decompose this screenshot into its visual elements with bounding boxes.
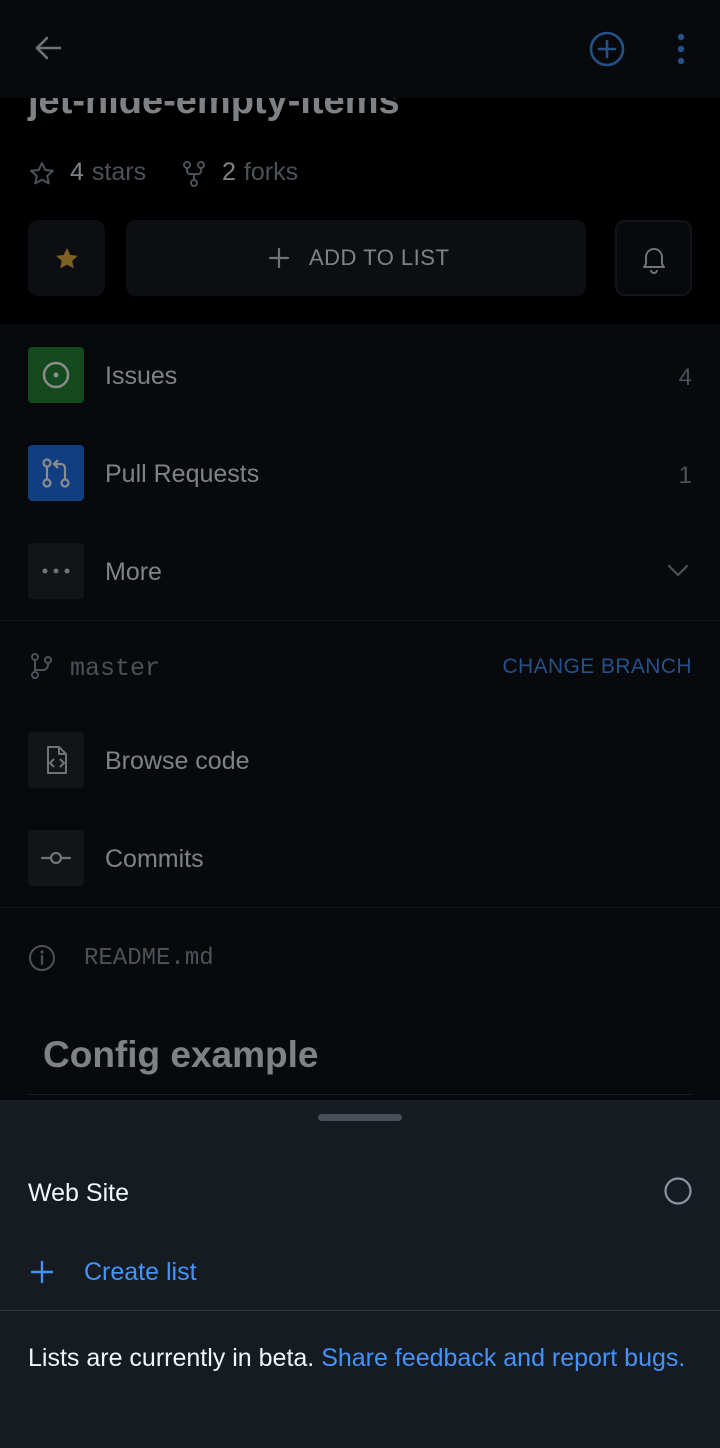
plus-icon [30, 1260, 54, 1284]
radio-unchecked-icon[interactable] [663, 1176, 693, 1206]
beta-notice: Lists are currently in beta. Share feedb… [28, 1343, 688, 1374]
lists-bottom-sheet: Web Site Create list Lists are currently… [0, 1100, 720, 1448]
list-item-web-site[interactable]: Web Site [0, 1152, 720, 1232]
create-list-button[interactable]: Create list [0, 1232, 720, 1310]
feedback-link[interactable]: Share feedback and report bugs. [321, 1344, 685, 1372]
beta-text: Lists are currently in beta. [28, 1344, 315, 1372]
divider [0, 1310, 720, 1311]
drag-handle[interactable] [318, 1114, 402, 1121]
scrim-overlay[interactable] [0, 0, 720, 1100]
create-list-label: Create list [84, 1258, 197, 1286]
list-item-label: Web Site [28, 1179, 129, 1207]
